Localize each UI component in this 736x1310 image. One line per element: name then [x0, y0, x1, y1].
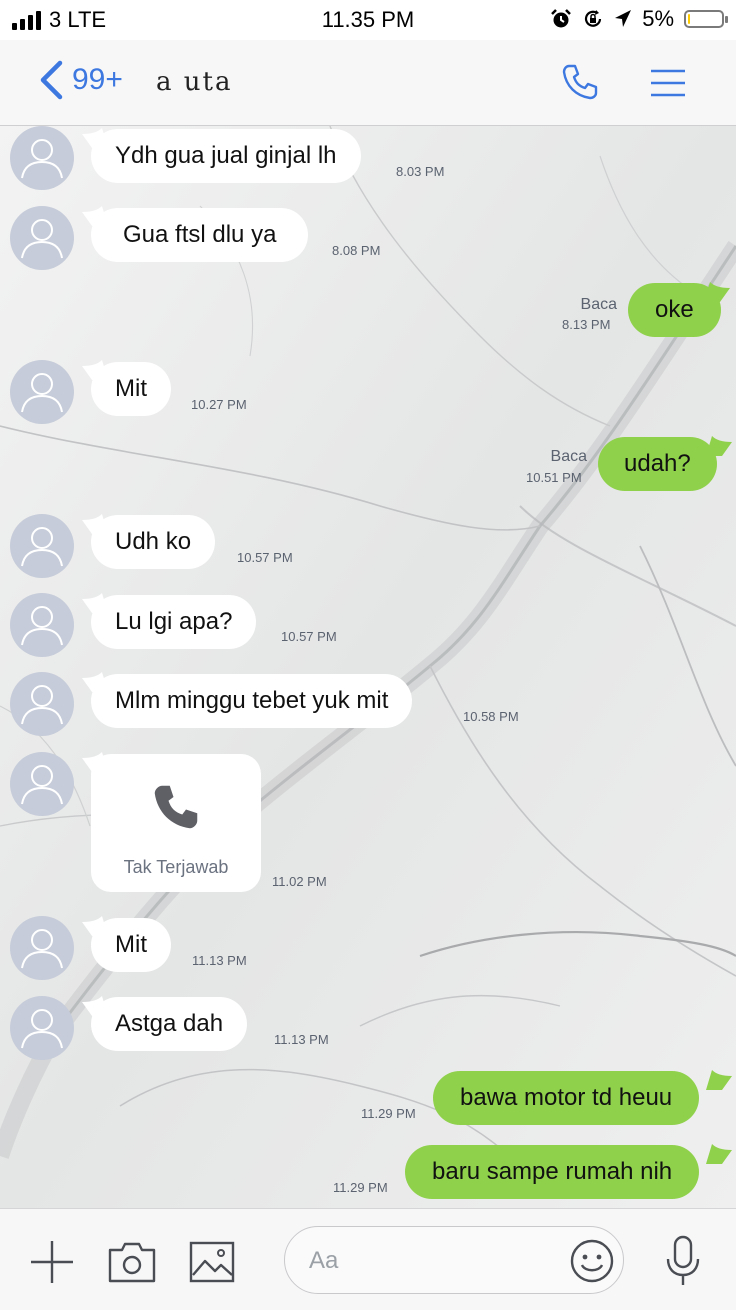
message-time: 11.13 PM	[192, 953, 247, 968]
emoji-icon[interactable]	[569, 1238, 615, 1284]
read-status: Baca	[550, 448, 587, 465]
bubble-tail	[706, 1144, 732, 1164]
unread-count: 99+	[72, 63, 123, 96]
avatar-placeholder-icon	[21, 606, 63, 646]
read-status: Baca	[580, 296, 617, 313]
avatar[interactable]	[10, 996, 74, 1060]
message-time: 11.13 PM	[274, 1032, 329, 1047]
avatar-placeholder-icon	[21, 929, 63, 969]
message-time: 10.57 PM	[237, 550, 293, 565]
battery-percent: 5%	[642, 6, 674, 31]
message-time: 10.58 PM	[463, 709, 519, 724]
message-time: 8.13 PM	[562, 317, 611, 332]
message-bubble[interactable]: baru sampe rumah nih	[405, 1145, 700, 1199]
phone-icon	[154, 785, 198, 829]
avatar-placeholder-icon	[21, 765, 63, 805]
status-bar: 3 LTE 11.35 PM 5%	[0, 0, 736, 40]
location-arrow-icon	[615, 10, 632, 27]
avatar[interactable]	[10, 916, 74, 980]
message-bubble[interactable]: Lu lgi apa?	[91, 595, 257, 649]
plus-icon[interactable]	[29, 1239, 75, 1285]
message-bubble[interactable]: bawa motor td heuu	[433, 1071, 700, 1125]
message-bubble[interactable]: oke	[628, 283, 721, 337]
bubble-tail	[706, 1070, 732, 1090]
avatar-placeholder-icon	[21, 1009, 63, 1049]
message-bubble[interactable]: Astga dah	[91, 997, 248, 1051]
message-time: 11.29 PM	[361, 1106, 416, 1121]
message-bubble[interactable]: Mit	[91, 918, 171, 972]
message-time: 10.51 PM	[526, 470, 582, 485]
rotation-lock-icon	[585, 10, 602, 27]
message-time: 8.03 PM	[396, 164, 445, 179]
message-input-placeholder: Aa	[309, 1247, 339, 1274]
message-time: 10.57 PM	[281, 629, 337, 644]
avatar[interactable]	[10, 514, 74, 578]
avatar-placeholder-icon	[21, 139, 63, 179]
avatar[interactable]	[10, 206, 74, 270]
message-bubble[interactable]: Ydh gua jual ginjal lh	[91, 129, 361, 183]
back-button[interactable]: 99+	[38, 60, 123, 100]
avatar-placeholder-icon	[21, 527, 63, 567]
battery-fill	[688, 14, 690, 24]
phone-icon[interactable]	[560, 62, 600, 102]
avatar-placeholder-icon	[21, 219, 63, 259]
microphone-icon[interactable]	[664, 1235, 702, 1287]
composer-bar: Aa	[0, 1208, 736, 1310]
alarm-icon	[551, 9, 572, 28]
avatar-placeholder-icon	[21, 685, 63, 725]
avatar[interactable]	[10, 752, 74, 816]
call-status-label: Tak Terjawab	[123, 857, 229, 877]
avatar-placeholder-icon	[21, 373, 63, 413]
message-bubble[interactable]: udah?	[598, 437, 717, 491]
image-icon[interactable]	[189, 1241, 235, 1283]
message-input[interactable]: Aa	[284, 1226, 624, 1294]
battery-icon	[684, 10, 728, 28]
message-bubble[interactable]: Mit	[91, 362, 171, 416]
message-time: 11.02 PM	[272, 874, 327, 889]
chat-header: 99+ a uta	[0, 40, 736, 126]
avatar[interactable]	[10, 593, 74, 657]
chat-area[interactable]: Ydh gua jual ginjal lh 8.03 PM Gua ftsl …	[0, 126, 736, 1208]
camera-icon[interactable]	[108, 1241, 156, 1283]
message-bubble[interactable]: Udh ko	[91, 515, 216, 569]
message-bubble[interactable]: Mlm minggu tebet yuk mit	[91, 674, 413, 728]
avatar[interactable]	[10, 126, 74, 190]
chat-title: a uta	[156, 67, 233, 97]
menu-icon[interactable]	[650, 68, 686, 98]
missed-call-card[interactable]: Tak Terjawab	[91, 754, 261, 892]
avatar[interactable]	[10, 672, 74, 736]
message-time: 8.08 PM	[332, 243, 381, 258]
message-time: 10.27 PM	[191, 397, 247, 412]
back-chevron-icon	[40, 60, 63, 100]
message-bubble[interactable]: Gua ftsl dlu ya	[91, 208, 309, 262]
message-time: 11.29 PM	[333, 1180, 388, 1195]
avatar[interactable]	[10, 360, 74, 424]
